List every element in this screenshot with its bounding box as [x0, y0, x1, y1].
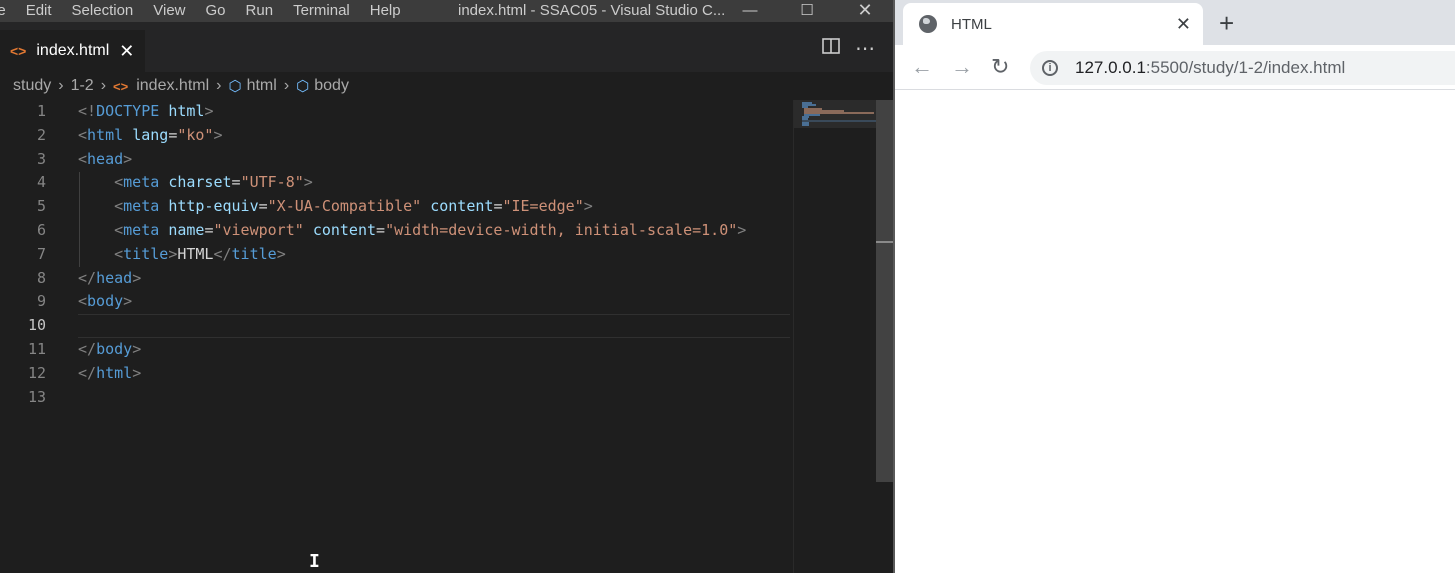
symbol-cube-icon: ⬡ — [228, 78, 242, 95]
code-line[interactable]: <meta charset="UTF-8"> — [78, 171, 790, 195]
menu-file[interactable]: le — [0, 1, 6, 20]
line-number: 1 — [36, 102, 46, 120]
new-tab-button[interactable]: + — [1219, 8, 1234, 38]
browser-tab-title: HTML — [951, 15, 992, 33]
line-number: 12 — [27, 363, 46, 382]
forward-arrow-icon[interactable]: → — [951, 54, 973, 80]
minimap-line — [802, 124, 809, 126]
symbol-cube-icon: ⬡ — [296, 78, 310, 95]
menu-run[interactable]: Run — [246, 1, 274, 20]
menu-go[interactable]: Go — [206, 1, 226, 20]
reload-icon[interactable]: ↻ — [991, 54, 1009, 80]
line-number: 2 — [36, 125, 46, 144]
close-tab-icon[interactable]: ✕ — [119, 41, 134, 62]
menu-selection[interactable]: Selection — [72, 1, 134, 20]
browser-tab[interactable]: HTML ✕ — [903, 3, 1203, 45]
menu-help[interactable]: Help — [370, 1, 401, 20]
code-line[interactable]: </head> — [78, 267, 790, 291]
line-number-active: 10 — [27, 316, 46, 335]
line-number: 7 — [36, 244, 46, 263]
close-tab-icon[interactable]: ✕ — [1176, 14, 1191, 35]
code-line[interactable]: <meta name="viewport" content="width=dev… — [78, 219, 790, 243]
page-viewport[interactable] — [895, 91, 1455, 573]
line-number: 5 — [36, 197, 46, 216]
chevron-right-icon: › — [216, 77, 222, 94]
globe-icon — [919, 15, 937, 33]
url-host: 127.0.0.1 — [1075, 58, 1146, 77]
html-code-icon: <> — [113, 78, 129, 94]
chevron-right-icon: › — [58, 77, 64, 94]
tab-index-html[interactable]: <> index.html ✕ — [0, 30, 145, 72]
title-bar: le Edit Selection View Go Run Terminal H… — [0, 0, 893, 22]
vscode-window: le Edit Selection View Go Run Terminal H… — [0, 0, 893, 573]
breadcrumb-html[interactable]: html — [247, 77, 277, 95]
chevron-right-icon: › — [100, 77, 107, 94]
line-number: 11 — [27, 339, 46, 358]
scrollbar-thumb[interactable] — [876, 100, 893, 482]
minimap-line — [802, 120, 877, 122]
split-editor-icon[interactable] — [822, 38, 840, 59]
code-line[interactable]: </html> — [78, 362, 790, 386]
breadcrumb-study[interactable]: study — [13, 77, 51, 95]
line-number-gutter: 1 2 3 4 5 6 7 8 9 10 11 12 13 — [0, 100, 60, 409]
browser-tab-strip: HTML ✕ + — [895, 0, 1455, 45]
close-window-button[interactable]: ✕ — [850, 0, 880, 21]
code-line[interactable]: </body> — [78, 338, 790, 362]
scrollbar-cursor-marker — [876, 241, 893, 243]
menu-view[interactable]: View — [153, 1, 185, 20]
code-line[interactable]: <!DOCTYPE html> — [78, 100, 790, 124]
menu-terminal[interactable]: Terminal — [293, 1, 350, 20]
line-number: 8 — [36, 268, 46, 287]
editor-tab-bar: <> index.html ✕ ⋯ — [0, 22, 893, 72]
minimize-button[interactable]: — — [735, 0, 765, 21]
tab-label: index.html — [36, 42, 110, 59]
url-path: :5500/study/1-2/index.html — [1145, 58, 1346, 77]
minimap[interactable] — [793, 100, 877, 573]
code-line[interactable]: <head> — [78, 148, 790, 172]
html-code-icon: <> — [10, 43, 27, 59]
browser-window: HTML ✕ + ← → ↻ i 127.0.0.1:5500/study/1-… — [895, 0, 1455, 573]
code-line[interactable]: <body> — [78, 290, 790, 314]
maximize-button[interactable]: ☐ — [792, 0, 822, 21]
chevron-right-icon: › — [283, 77, 290, 94]
window-title: index.html - SSAC05 - Visual Studio C... — [458, 2, 726, 19]
code-line[interactable]: <html lang="ko"> — [78, 124, 790, 148]
address-bar[interactable]: i 127.0.0.1:5500/study/1-2/index.html — [1030, 51, 1455, 85]
code-line[interactable]: <title>HTML</title> — [78, 243, 790, 267]
info-icon[interactable]: i — [1042, 60, 1058, 76]
text-cursor-icon: I — [309, 551, 320, 572]
code-line[interactable]: <meta http-equiv="X-UA-Compatible" conte… — [78, 195, 790, 219]
back-arrow-icon[interactable]: ← — [911, 54, 933, 80]
code-line-current[interactable] — [78, 314, 790, 338]
menu-edit[interactable]: Edit — [26, 1, 52, 20]
line-number: 9 — [36, 292, 46, 311]
line-number: 3 — [36, 149, 46, 168]
more-actions-icon[interactable]: ⋯ — [855, 36, 875, 61]
line-number: 6 — [36, 220, 46, 239]
code-line[interactable] — [78, 386, 790, 410]
code-editor[interactable]: <!DOCTYPE html> <html lang="ko"> <head> … — [78, 100, 790, 409]
browser-toolbar: ← → ↻ i 127.0.0.1:5500/study/1-2/index.h… — [895, 45, 1455, 90]
menu-bar: le Edit Selection View Go Run Terminal H… — [0, 1, 421, 20]
breadcrumb-body[interactable]: body — [314, 77, 349, 95]
line-number: 4 — [36, 173, 46, 192]
breadcrumb: study › 1-2 › <> index.html › ⬡ html › ⬡… — [0, 72, 893, 100]
breadcrumb-folder[interactable]: 1-2 — [71, 77, 94, 95]
line-number: 13 — [27, 387, 46, 406]
breadcrumb-file[interactable]: index.html — [136, 77, 209, 95]
